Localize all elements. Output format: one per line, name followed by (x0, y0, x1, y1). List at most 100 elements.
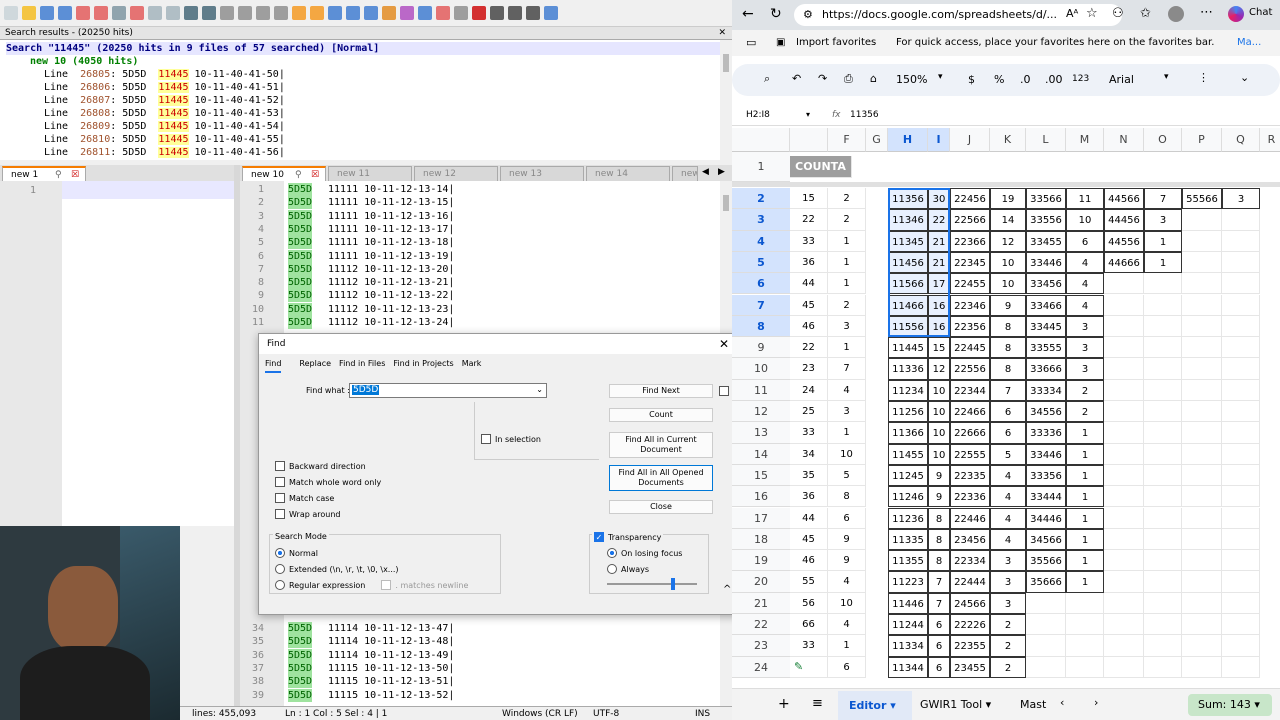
table-cell[interactable] (1026, 656, 1066, 678)
table-cell[interactable]: 8 (928, 507, 950, 529)
table-cell[interactable] (1182, 273, 1222, 295)
editor-line[interactable]: 7 5D5D 11112 10-11-12-13-20| (240, 262, 716, 276)
table-cell[interactable]: 22 (928, 209, 950, 231)
table-cell[interactable]: 22444 (950, 571, 990, 593)
table-cell[interactable] (1144, 486, 1182, 508)
table-cell[interactable]: 33666 (1026, 358, 1066, 380)
column-header[interactable]: I (928, 128, 950, 152)
zoom-in-icon[interactable] (256, 6, 270, 20)
column-header[interactable]: R (1260, 128, 1280, 152)
table-cell[interactable]: 55566 (1182, 188, 1222, 210)
row-header[interactable]: 18 (732, 528, 790, 551)
row-header[interactable]: 2 (732, 188, 790, 210)
import-favorites-icon[interactable]: ▣ (776, 30, 785, 56)
sync-h-icon[interactable] (310, 6, 324, 20)
table-cell[interactable]: 1 (1066, 571, 1104, 593)
table-cell[interactable]: 55 (790, 571, 828, 593)
header-cell[interactable]: COUNTA (790, 156, 852, 178)
table-cell[interactable] (1182, 358, 1222, 380)
table-cell[interactable]: 34 (790, 443, 828, 465)
table-cell[interactable]: 33334 (1026, 379, 1066, 401)
table-cell[interactable] (1182, 251, 1222, 274)
column-header[interactable]: O (1144, 128, 1182, 152)
table-cell[interactable]: 11245 (888, 464, 928, 487)
table-cell[interactable]: 7 (828, 358, 866, 380)
all-sheets-icon[interactable]: ≡ (812, 696, 823, 711)
table-cell[interactable]: 46 (790, 550, 828, 572)
table-cell[interactable]: 8 (928, 550, 950, 572)
table-cell[interactable]: 22346 (950, 294, 990, 316)
row-header[interactable]: 6 (732, 273, 790, 295)
table-cell[interactable] (1222, 656, 1260, 678)
table-cell[interactable] (1222, 422, 1260, 444)
table-cell[interactable]: 5 (828, 464, 866, 487)
column-header[interactable]: L (1026, 128, 1066, 152)
checkbox-box[interactable] (275, 509, 285, 519)
table-cell[interactable] (1144, 358, 1182, 380)
table-cell[interactable]: 9 (828, 550, 866, 572)
table-cell[interactable]: 6 (990, 401, 1026, 423)
table-cell[interactable]: 23 (790, 358, 828, 380)
sheet-tab-editor[interactable]: Editor ▾ (838, 691, 912, 720)
table-cell[interactable] (1144, 656, 1182, 678)
table-cell[interactable] (1182, 337, 1222, 359)
table-cell[interactable]: 4 (990, 528, 1026, 551)
tab-scroll-left-icon[interactable]: ◀ (702, 167, 709, 177)
run-macro-multiple-icon[interactable] (526, 6, 540, 20)
table-cell[interactable]: 6 (828, 656, 866, 678)
table-cell[interactable]: 7 (990, 379, 1026, 401)
table-cell[interactable] (1104, 337, 1144, 359)
table-cell[interactable]: 24 (790, 379, 828, 401)
table-cell[interactable]: 11335 (888, 528, 928, 551)
table-cell[interactable]: 3 (1144, 209, 1182, 231)
table-cell[interactable] (1222, 315, 1260, 338)
column-header[interactable]: Q (1222, 128, 1260, 152)
table-cell[interactable] (1222, 486, 1260, 508)
table-cell[interactable]: 11244 (888, 614, 928, 636)
play-macro-icon[interactable] (508, 6, 522, 20)
find-icon[interactable] (220, 6, 234, 20)
table-cell[interactable] (1104, 486, 1144, 508)
table-cell[interactable]: 2 (828, 294, 866, 316)
table-cell[interactable] (1182, 550, 1222, 572)
column-header[interactable]: J (950, 128, 990, 152)
table-cell[interactable]: 33446 (1026, 443, 1066, 465)
tab-scroll-right-icon[interactable]: ▶ (718, 167, 725, 177)
percent-format-button[interactable]: % (994, 73, 1004, 86)
save-all-icon[interactable] (58, 6, 72, 20)
table-cell[interactable] (1144, 273, 1182, 295)
table-cell[interactable]: 2 (990, 635, 1026, 657)
close-icon[interactable]: ✕ (718, 27, 726, 40)
editor-line[interactable]: 35 5D5D 11114 10-11-12-13-48| (240, 635, 716, 649)
table-cell[interactable] (1222, 251, 1260, 274)
stop-macro-icon[interactable] (490, 6, 504, 20)
formula-input[interactable]: 11356 (850, 104, 879, 126)
redo-icon[interactable] (202, 6, 216, 20)
table-cell[interactable] (1222, 592, 1260, 614)
tab-new-12[interactable]: new 12 (414, 166, 498, 182)
table-cell[interactable]: 1 (828, 251, 866, 274)
table-cell[interactable]: 22456 (950, 188, 990, 210)
row-header[interactable]: 11 (732, 379, 790, 401)
table-cell[interactable] (1222, 550, 1260, 572)
row-header[interactable]: 4 (732, 230, 790, 252)
table-cell[interactable]: 3 (990, 592, 1026, 614)
search-result-line[interactable]: Line 26806: 5D5D 11445 10-11-40-41-51| (44, 81, 285, 94)
table-cell[interactable]: 46 (790, 315, 828, 338)
table-cell[interactable] (1144, 315, 1182, 338)
print-icon[interactable] (112, 6, 126, 20)
row-header[interactable]: 14 (732, 443, 790, 465)
table-cell[interactable] (1104, 422, 1144, 444)
table-cell[interactable]: 6 (1066, 230, 1104, 252)
table-cell[interactable]: 33466 (1026, 294, 1066, 316)
table-cell[interactable]: 3 (990, 550, 1026, 572)
table-cell[interactable]: 2 (1066, 379, 1104, 401)
select-all-corner[interactable] (732, 128, 790, 152)
table-cell[interactable]: 15 (928, 337, 950, 359)
search-file-entry[interactable]: new 10 (4050 hits) (30, 55, 138, 68)
table-cell[interactable]: 6 (990, 422, 1026, 444)
table-cell[interactable]: 22555 (950, 443, 990, 465)
tab-find-in-projects[interactable]: Find in Projects (393, 359, 453, 373)
table-cell[interactable]: 3 (828, 401, 866, 423)
table-cell[interactable] (1144, 337, 1182, 359)
